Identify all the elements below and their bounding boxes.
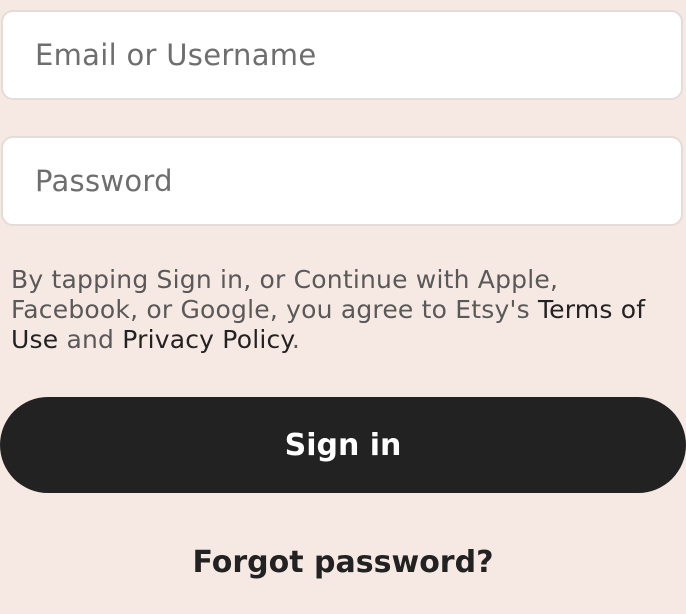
password-field[interactable] <box>1 136 683 226</box>
password-input[interactable] <box>33 163 651 199</box>
legal-text-end: . <box>291 325 301 354</box>
privacy-policy-link[interactable]: Privacy Policy <box>122 325 292 354</box>
email-input[interactable] <box>33 37 651 73</box>
email-field[interactable] <box>1 10 683 100</box>
forgot-password-link[interactable]: Forgot password? <box>0 545 686 580</box>
legal-text-and: and <box>58 325 123 354</box>
legal-notice: By tapping Sign in, or Continue with App… <box>11 265 676 355</box>
sign-in-button[interactable]: Sign in <box>0 397 686 493</box>
legal-text-intro: By tapping Sign in, or Continue with App… <box>11 265 559 324</box>
